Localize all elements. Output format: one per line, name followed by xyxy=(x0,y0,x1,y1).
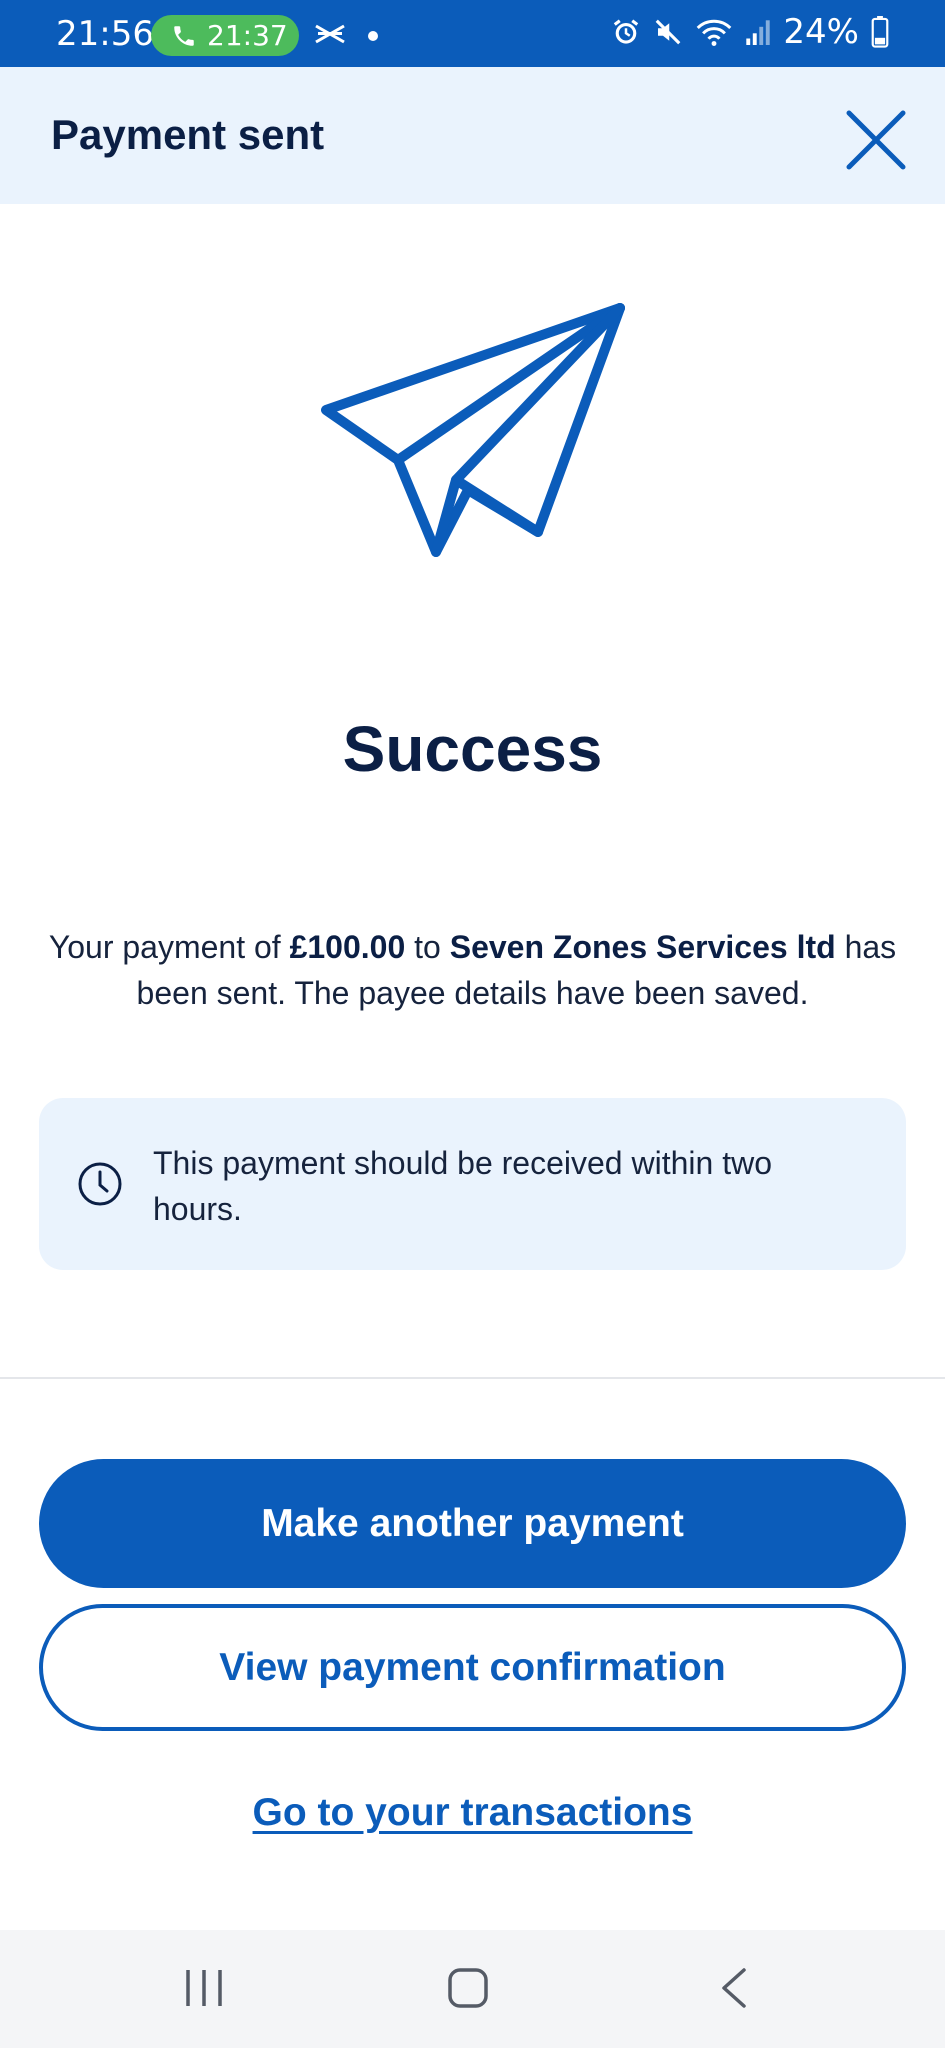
divider xyxy=(0,1377,945,1379)
page-title: Payment sent xyxy=(51,111,325,158)
header: Payment sent xyxy=(0,67,945,204)
recent-apps-icon[interactable] xyxy=(182,1968,226,2008)
payee-name: Seven Zones Services ltd xyxy=(449,929,836,965)
halifax-logo-icon xyxy=(315,24,345,44)
battery-icon xyxy=(871,16,889,48)
make-another-payment-button[interactable]: Make another payment xyxy=(39,1459,906,1588)
wifi-icon xyxy=(697,19,732,46)
delivery-info-text: This payment should be received within t… xyxy=(153,1145,772,1227)
payment-sent-screen: 21:56 21:37 24% Payment sent Success You… xyxy=(0,0,945,2048)
clock-icon xyxy=(78,1162,122,1206)
paper-plane-icon xyxy=(321,303,625,557)
call-duration: 21:37 xyxy=(207,19,288,52)
back-icon[interactable] xyxy=(716,1966,752,2010)
signal-icon xyxy=(746,20,771,45)
home-icon[interactable] xyxy=(446,1966,490,2010)
alarm-icon xyxy=(614,19,639,44)
notification-dot-icon xyxy=(368,31,378,41)
status-time: 21:56 xyxy=(56,14,154,54)
message-part-1: Your payment of xyxy=(48,929,290,965)
system-nav-bar xyxy=(0,1930,945,2048)
info-box: This payment should be received within t… xyxy=(39,1098,906,1270)
ongoing-call-pill[interactable]: 21:37 xyxy=(151,15,299,56)
mute-icon xyxy=(656,19,681,45)
payment-message: Your payment of £100.00 to Seven Zones S… xyxy=(34,924,911,1016)
view-payment-confirmation-button[interactable]: View payment confirmation xyxy=(39,1604,906,1731)
go-to-transactions-link[interactable]: Go to your transactions xyxy=(0,1791,945,1835)
status-bar: 21:56 21:37 24% xyxy=(0,0,945,67)
success-heading: Success xyxy=(342,713,603,785)
message-part-2: to xyxy=(405,929,450,965)
close-icon[interactable] xyxy=(843,107,909,173)
status-icons: 24% xyxy=(611,12,889,52)
payment-amount: £100.00 xyxy=(289,929,406,965)
phone-icon xyxy=(174,25,194,46)
battery-percent: 24% xyxy=(783,12,859,52)
